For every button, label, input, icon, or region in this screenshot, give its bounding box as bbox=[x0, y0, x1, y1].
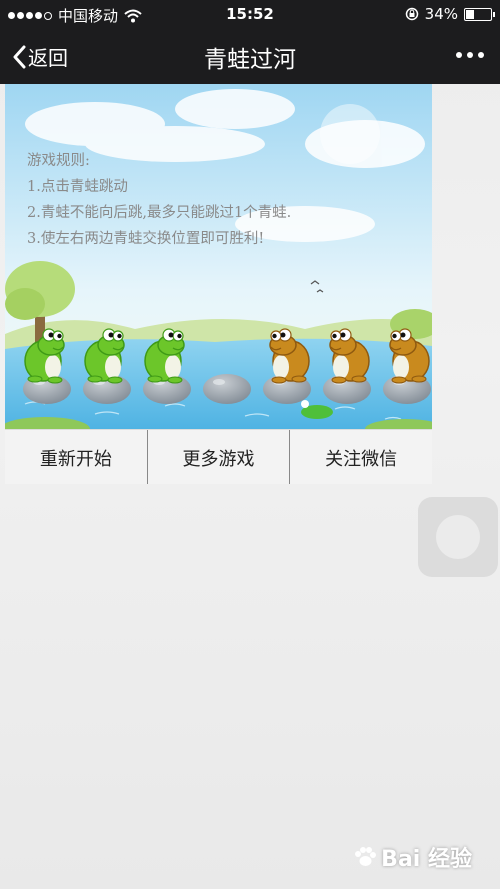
assistive-touch-inner bbox=[436, 515, 480, 559]
rule-item: 1.点击青蛙跳动 bbox=[27, 179, 128, 195]
orientation-lock-icon bbox=[405, 7, 418, 21]
game-scene bbox=[5, 84, 432, 429]
game-panel: 游戏规则: 1.点击青蛙跳动 2.青蛙不能向后跳,最多只能跳过1个青蛙. 3.使… bbox=[5, 84, 432, 484]
game-rules: 游戏规则: 1.点击青蛙跳动 2.青蛙不能向后跳,最多只能跳过1个青蛙. 3.使… bbox=[27, 148, 291, 252]
stone-slot[interactable] bbox=[203, 374, 251, 404]
game-buttons: 重新开始 更多游戏 关注微信 bbox=[5, 429, 432, 484]
more-dots-icon[interactable] bbox=[456, 52, 484, 58]
watermark: Bai 经验 bbox=[353, 841, 472, 873]
battery-icon bbox=[464, 7, 495, 21]
rules-heading: 游戏规则: bbox=[27, 153, 90, 169]
rule-item: 3.使左右两边青蛙交换位置即可胜利! bbox=[27, 231, 265, 247]
watermark-text: Bai 经验 bbox=[381, 847, 472, 872]
page-title: 青蛙过河 bbox=[204, 47, 296, 73]
paw-logo-icon bbox=[355, 847, 377, 866]
more-games-button[interactable]: 更多游戏 bbox=[146, 430, 290, 484]
sun-glare bbox=[320, 104, 380, 164]
battery-percent: 34% bbox=[424, 5, 458, 23]
follow-wechat-button[interactable]: 关注微信 bbox=[289, 430, 432, 484]
status-bar: 中国移动 15:52 34% bbox=[0, 0, 500, 28]
rule-item: 2.青蛙不能向后跳,最多只能跳过1个青蛙. bbox=[27, 205, 292, 221]
assistive-touch-button[interactable] bbox=[418, 497, 498, 577]
stone bbox=[203, 374, 251, 404]
status-right: 34% bbox=[405, 5, 495, 23]
restart-button[interactable]: 重新开始 bbox=[5, 430, 147, 484]
navigation-bar: 返回 青蛙过河 bbox=[0, 28, 500, 84]
